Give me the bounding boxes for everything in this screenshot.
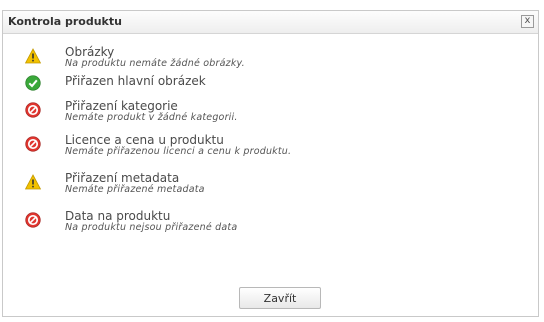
list-item: Přiřazení metadata Nemáte přiřazené meta… xyxy=(25,171,505,201)
dialog-title: Kontrola produktu xyxy=(8,15,122,28)
product-check-dialog: Kontrola produktu x Obrázky Na produktu … xyxy=(2,10,539,317)
item-description: Nemáte přiřazené metadata xyxy=(65,184,205,195)
close-icon[interactable]: x xyxy=(521,15,534,28)
item-label: Obrázky xyxy=(65,45,115,59)
list-item: Přiřazení kategorie Nemáte produkt v žád… xyxy=(25,99,505,129)
warning-icon xyxy=(25,174,41,190)
list-item: Data na produktu Na produktu nejsou přiř… xyxy=(25,209,505,239)
list-item: Přiřazen hlavní obrázek xyxy=(25,72,505,102)
item-label: Data na produktu xyxy=(65,209,171,223)
item-description: Na produktu nemáte žádné obrázky. xyxy=(65,58,245,69)
list-item: Obrázky Na produktu nemáte žádné obrázky… xyxy=(25,45,505,75)
error-icon xyxy=(25,102,41,118)
item-description: Na produktu nejsou přiřazené data xyxy=(65,222,238,233)
item-description: Nemáte produkt v žádné kategorii. xyxy=(65,112,238,123)
error-icon xyxy=(25,136,41,152)
item-label: Přiřazení metadata xyxy=(65,171,180,185)
error-icon xyxy=(25,212,41,228)
item-label: Přiřazen hlavní obrázek xyxy=(65,74,206,88)
item-label: Přiřazení kategorie xyxy=(65,99,178,113)
item-label: Licence a cena u produktu xyxy=(65,133,224,147)
item-description: Nemáte přiřazenou licenci a cenu k produ… xyxy=(65,146,292,157)
check-icon xyxy=(25,75,41,91)
warning-icon xyxy=(25,48,41,64)
close-button[interactable]: Zavřít xyxy=(239,287,321,309)
list-item: Licence a cena u produktu Nemáte přiřaze… xyxy=(25,133,505,163)
dialog-titlebar: Kontrola produktu x xyxy=(3,11,538,34)
